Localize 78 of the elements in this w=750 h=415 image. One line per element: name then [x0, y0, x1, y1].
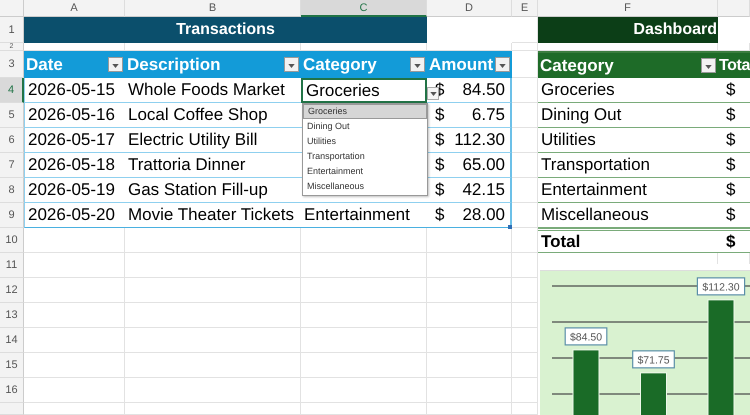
column-header[interactable]: F [538, 0, 718, 17]
amount-value: 112.30 [454, 130, 505, 150]
table-cell: Whole Foods Market [125, 78, 301, 103]
row-header[interactable]: 13 [0, 303, 24, 328]
row-header[interactable]: 6 [0, 128, 24, 153]
table-cell: $ [718, 103, 750, 128]
table-cell: $ [718, 78, 750, 103]
dropdown-menu[interactable]: Groceries Dining Out Utilities Transportation Entertainment Miscellaneous [302, 103, 428, 196]
row-header[interactable]: 15 [0, 353, 24, 378]
dropdown-option[interactable]: Dining Out [303, 119, 427, 134]
data-label: $84.50 [564, 327, 608, 346]
table-cell: Utilities [538, 128, 718, 153]
table-cell: $ [718, 203, 750, 228]
table-cell: 2026-05-20 [24, 203, 125, 228]
currency-sign: $ [435, 155, 444, 175]
row-header[interactable]: 7 [0, 153, 24, 178]
table-cell: Local Coffee Shop [125, 103, 301, 128]
row-header[interactable]: 8 [0, 178, 24, 203]
row-header[interactable]: 9 [0, 203, 24, 228]
table-cell: Dining Out [538, 103, 718, 128]
currency-sign: $ [435, 205, 444, 225]
column-heading: Amount [429, 54, 494, 74]
table-cell: $ [718, 153, 750, 178]
amount-value: 65.00 [462, 155, 505, 175]
table-cell: Transportation [538, 153, 718, 178]
table-cell: 2026-05-19 [24, 178, 125, 203]
column-heading: Category [540, 56, 614, 76]
row-header[interactable]: 11 [0, 253, 24, 278]
table-title: Dashboard [538, 17, 718, 43]
row-header[interactable]: 5 [0, 103, 24, 128]
column-header[interactable]: E [512, 0, 538, 17]
row-header[interactable]: 14 [0, 328, 24, 353]
amount-value: 6.75 [472, 105, 505, 125]
column-heading: Description [127, 54, 221, 74]
column-header[interactable]: C [301, 0, 427, 17]
row-header[interactable]: 12 [0, 278, 24, 303]
column-heading: Date [26, 54, 63, 74]
table-cell: 2026-05-18 [24, 153, 125, 178]
dropdown-option[interactable]: Entertainment [303, 164, 427, 179]
table-cell: $ [718, 178, 750, 203]
table-cell: Electric Utility Bill [125, 128, 301, 153]
row-header[interactable]: 3 [0, 51, 24, 78]
amount-value: 42.15 [462, 180, 505, 200]
table-cell: 2026-05-16 [24, 103, 125, 128]
dropdown-option[interactable]: Groceries [303, 104, 427, 119]
column-header[interactable]: B [125, 0, 301, 17]
row-header[interactable]: 4 [0, 78, 24, 103]
currency-sign: $ [435, 180, 444, 200]
active-cell[interactable]: Groceries [301, 78, 427, 103]
column-header[interactable]: D [427, 0, 512, 17]
table-cell: Entertainment [301, 203, 427, 228]
row-header[interactable]: 1 [0, 17, 24, 43]
data-label: $112.30 [696, 277, 746, 296]
column-heading: Category [303, 54, 377, 74]
table-cell: Groceries [538, 78, 718, 103]
column-header[interactable]: A [24, 0, 125, 17]
dropdown-option[interactable]: Miscellaneous [303, 179, 427, 194]
data-label: $71.75 [632, 350, 675, 368]
currency-sign: $ [435, 130, 444, 150]
total-label: Total [538, 228, 718, 253]
table-title: Transactions [24, 17, 427, 43]
dropdown-option[interactable]: Utilities [303, 134, 427, 149]
table-cell: Trattoria Dinner [125, 153, 301, 178]
table-cell: Gas Station Fill-up [125, 178, 301, 203]
table-cell: Miscellaneous [538, 203, 718, 228]
table-cell: $ [718, 128, 750, 153]
table-cell: Movie Theater Tickets [125, 203, 301, 228]
table-cell: 2026-05-17 [24, 128, 125, 153]
amount-value: 84.50 [462, 80, 505, 100]
row-header[interactable]: 16 [0, 378, 24, 403]
amount-value: 28.00 [462, 205, 505, 225]
currency-sign: $ [435, 105, 444, 125]
row-header[interactable]: 10 [0, 228, 24, 253]
table-cell: Entertainment [538, 178, 718, 203]
column-heading: Tota [719, 56, 750, 74]
table-cell: 2026-05-15 [24, 78, 125, 103]
dropdown-option[interactable]: Transportation [303, 149, 427, 164]
table-cell: $ [718, 228, 750, 253]
